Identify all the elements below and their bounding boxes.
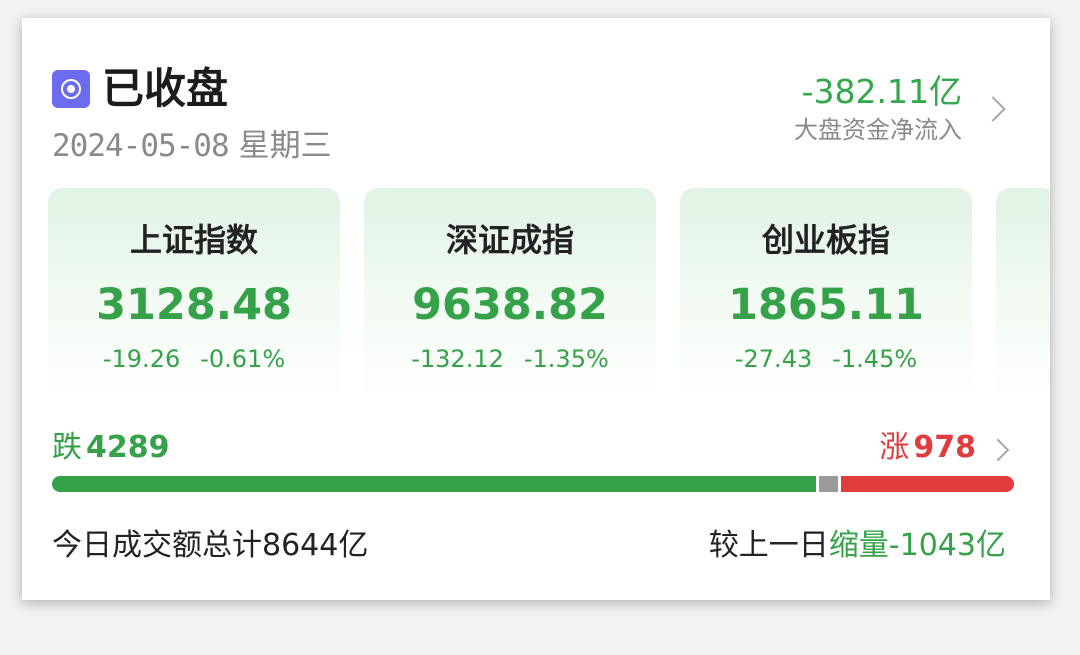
weekday-text: 星期三	[238, 128, 332, 164]
index-change-percent: -0.61%	[200, 345, 286, 373]
advancers-bar-segment	[841, 476, 1014, 492]
decliners-label: 跌	[52, 430, 82, 465]
index-name: 创业板指	[761, 221, 890, 259]
index-change: -132.12 -1.35%	[364, 344, 656, 374]
index-change: -27.43 -1.45%	[680, 344, 972, 374]
comparison-value: 缩量-1043亿	[828, 528, 1006, 563]
index-change-points: -27.43	[734, 345, 813, 373]
index-change-points: -132.12	[411, 345, 504, 373]
index-value: 3128.48	[96, 280, 292, 330]
breadth-bar	[52, 476, 1014, 492]
net-flow-value[interactable]: -382.11亿	[802, 72, 962, 112]
index-change-points: -19.26	[102, 345, 181, 373]
decliners-number: 4289	[86, 430, 170, 465]
index-card-shenzhen[interactable]: 深证成指 9638.82 -132.12 -1.35%	[364, 188, 656, 402]
stop-circle-icon	[52, 70, 90, 108]
index-value: 1865.11	[728, 280, 924, 330]
advancers-label: 涨	[879, 430, 910, 465]
net-flow-label[interactable]: 大盘资金净流入	[794, 114, 962, 146]
index-card-shanghai[interactable]: 上证指数 3128.48 -19.26 -0.61%	[48, 188, 340, 402]
turnover-comparison: 较上一日缩量-1043亿	[709, 524, 1006, 568]
index-change-percent: -1.45%	[832, 345, 918, 373]
decliners-count: 跌 4289	[52, 428, 170, 468]
trading-date: 2024-05-08 星期三	[52, 126, 332, 166]
index-change-percent: -1.35%	[523, 345, 609, 373]
total-turnover: 今日成交额总计8644亿	[52, 528, 369, 563]
index-card-next-partial[interactable]	[996, 188, 1050, 402]
comparison-prefix: 较上一日	[708, 528, 829, 563]
advancers-number: 978	[913, 430, 976, 465]
advancers-count[interactable]: 涨 978	[879, 428, 976, 468]
unchanged-bar-segment	[819, 476, 838, 492]
chevron-right-icon[interactable]	[980, 96, 1006, 122]
market-summary-card: 已收盘 2024-05-08 星期三 -382.11亿 大盘资金净流入 上证指数 …	[22, 18, 1050, 600]
market-status-title: 已收盘	[102, 64, 229, 113]
index-change: -19.26 -0.61%	[48, 344, 340, 374]
date-text: 2024-05-08	[52, 128, 230, 164]
index-name: 深证成指	[445, 221, 574, 259]
decliners-bar-segment	[52, 476, 816, 492]
index-name: 上证指数	[129, 221, 258, 259]
index-value: 9638.82	[412, 280, 608, 330]
chevron-right-icon[interactable]	[986, 438, 1010, 462]
index-card-chinext[interactable]: 创业板指 1865.11 -27.43 -1.45%	[680, 188, 972, 402]
